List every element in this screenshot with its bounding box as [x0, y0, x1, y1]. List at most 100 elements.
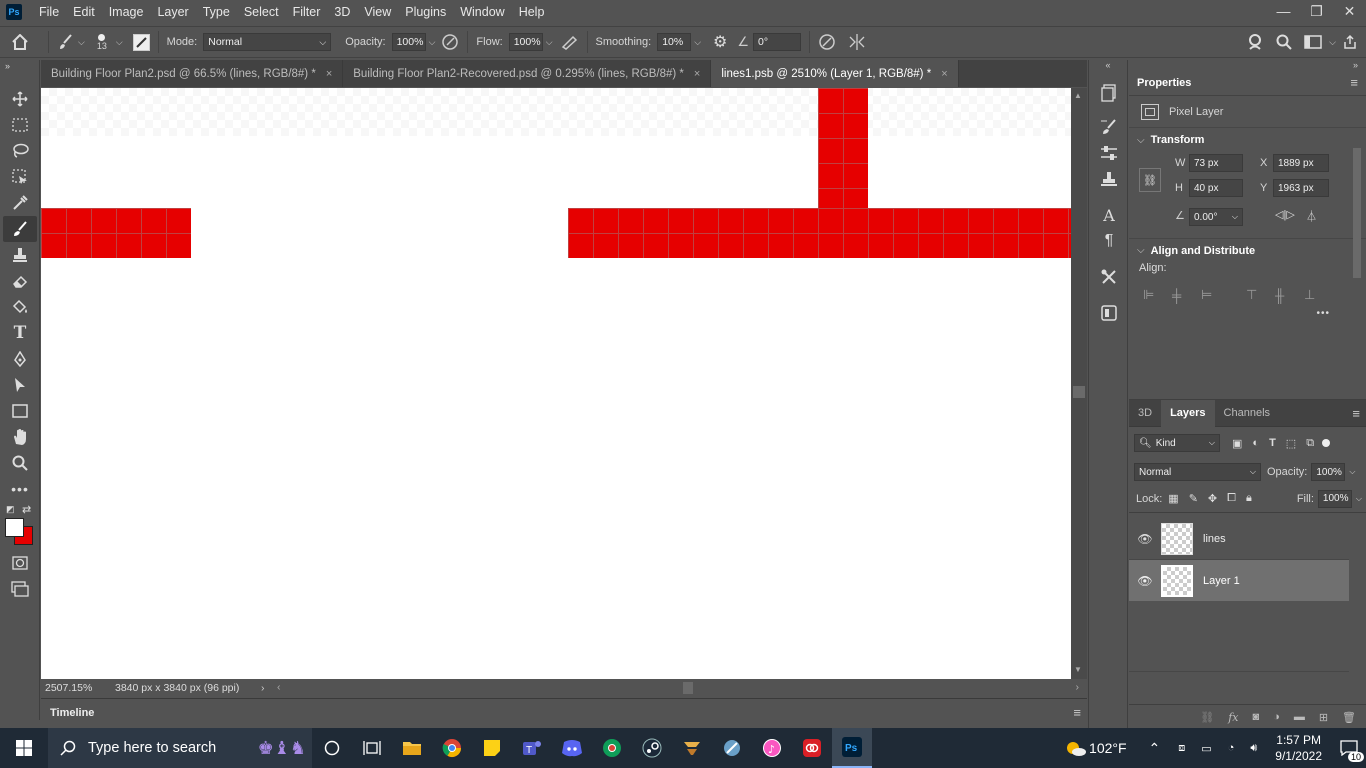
blend-mode-select[interactable]: Normal ⌵ [1134, 463, 1261, 481]
airbrush-icon[interactable] [559, 33, 579, 51]
chrome-icon[interactable] [432, 728, 472, 768]
meet-now-icon[interactable]: ⧈ [1178, 742, 1185, 755]
workspace-icon[interactable] [1304, 35, 1322, 49]
windows-start-icon[interactable] [0, 728, 48, 768]
more-tools-icon[interactable]: ••• [0, 476, 40, 502]
type-tool-icon[interactable]: T [0, 320, 40, 346]
tab-layers[interactable]: Layers [1161, 399, 1215, 427]
align-distribute-label[interactable]: Align and Distribute [1151, 245, 1256, 257]
paragraph-icon[interactable]: ¶ [1089, 228, 1129, 254]
itunes-icon[interactable]: ♪ [752, 728, 792, 768]
menu-layer[interactable]: Layer [150, 0, 195, 24]
flip-vertical-icon[interactable]: ⏃ [1306, 208, 1317, 224]
fill-input[interactable]: 100% [1317, 489, 1352, 508]
collapse-panels-icon[interactable]: « [1089, 60, 1127, 74]
eyedropper-tool-icon[interactable] [0, 190, 40, 216]
notifications-icon[interactable]: 10 [1332, 728, 1366, 768]
chevron-down-icon[interactable]: ⌵ [546, 37, 553, 48]
scroll-down-icon[interactable]: ▼ [1074, 665, 1082, 674]
menu-filter[interactable]: Filter [286, 0, 328, 24]
x-input[interactable]: 1889 px [1273, 154, 1329, 172]
layer-name[interactable]: Layer 1 [1203, 575, 1240, 587]
pressure-opacity-icon[interactable] [441, 33, 459, 51]
new-group-icon[interactable]: ▬ [1294, 711, 1305, 723]
link-layers-icon[interactable]: ⛓ [1200, 711, 1214, 724]
share-icon[interactable] [1246, 33, 1264, 51]
layer-row-lines[interactable]: 👁︎ lines [1129, 519, 1349, 560]
swap-colors-icon[interactable]: ⇄ [22, 503, 31, 516]
visibility-eye-icon[interactable]: 👁︎ [1129, 532, 1161, 546]
paint-bucket-tool-icon[interactable] [0, 294, 40, 320]
align-top-icon[interactable]: ⊤ [1246, 287, 1275, 303]
properties-title[interactable]: Properties [1137, 77, 1191, 89]
app-icon[interactable] [712, 728, 752, 768]
file-explorer-icon[interactable] [392, 728, 432, 768]
eraser-tool-icon[interactable] [0, 268, 40, 294]
timeline-label[interactable]: Timeline [41, 707, 94, 719]
scrollbar-thumb[interactable] [683, 682, 693, 694]
creative-cloud-icon[interactable] [792, 728, 832, 768]
weather-icon[interactable] [1063, 728, 1089, 768]
pen-tool-icon[interactable] [0, 346, 40, 372]
adjustment-layer-icon[interactable]: ◑ [1273, 711, 1280, 723]
foreground-color-swatch[interactable] [5, 518, 24, 537]
filter-smart-object-icon[interactable]: ⧉ [1306, 437, 1314, 450]
move-tool-icon[interactable] [0, 86, 40, 112]
brush-preset-picker[interactable]: 13 [91, 33, 113, 51]
task-view-icon[interactable] [312, 728, 352, 768]
zoom-level[interactable]: 2507.15% [41, 682, 111, 694]
transform-label[interactable]: Transform [1151, 134, 1205, 146]
angle-input[interactable]: 0° [753, 33, 802, 51]
menu-image[interactable]: Image [102, 0, 151, 24]
chevron-down-icon[interactable]: ⌵ [1329, 37, 1336, 48]
path-selection-tool-icon[interactable] [0, 372, 40, 398]
filter-pixel-icon[interactable]: ▣ [1232, 437, 1242, 450]
chevron-down-icon[interactable]: ⌵ [1356, 494, 1362, 504]
widgets-icon[interactable] [352, 728, 392, 768]
properties-scrollbar[interactable] [1351, 140, 1363, 370]
tab-3d[interactable]: 3D [1129, 400, 1161, 427]
search-icon[interactable] [1276, 34, 1292, 50]
default-colors-icon[interactable]: ◩ [6, 504, 15, 515]
add-mask-icon[interactable]: ◙ [1253, 711, 1260, 723]
symmetry-icon[interactable] [848, 33, 866, 51]
opacity-input[interactable]: 100% [391, 33, 426, 51]
stamp-tool-icon[interactable] [0, 242, 40, 268]
tool-presets-icon[interactable] [1089, 264, 1129, 290]
chevron-down-icon[interactable]: ⌵ [429, 37, 436, 48]
align-right-icon[interactable]: ⊨ [1201, 287, 1246, 303]
brush-tool-icon[interactable] [57, 33, 75, 51]
menu-help[interactable]: Help [512, 0, 552, 24]
app-icon[interactable] [672, 728, 712, 768]
quick-mask-icon[interactable] [0, 550, 40, 576]
share-export-icon[interactable] [1342, 34, 1358, 50]
chevron-up-icon[interactable]: ⌃ [1149, 740, 1161, 757]
brush-tool-icon[interactable] [3, 216, 37, 242]
more-options-icon[interactable]: ••• [1129, 308, 1366, 319]
align-left-icon[interactable]: ⊫ [1143, 287, 1172, 303]
scrollbar-thumb[interactable] [1073, 386, 1085, 398]
lock-all-icon[interactable]: 🔒︎ [1246, 492, 1252, 505]
libraries-icon[interactable] [1089, 300, 1129, 326]
collapse-toolbar-icon[interactable]: » [0, 60, 40, 72]
adjustments-icon[interactable] [1089, 140, 1129, 166]
filter-toggle-icon[interactable] [1322, 439, 1331, 447]
menu-select[interactable]: Select [237, 0, 286, 24]
y-input[interactable]: 1963 px [1273, 179, 1329, 197]
menu-edit[interactable]: Edit [66, 0, 102, 24]
filter-type-icon[interactable]: T [1269, 437, 1276, 449]
volume-icon[interactable]: 🔊︎ [1250, 742, 1257, 755]
panel-menu-icon[interactable]: ≡ [1352, 406, 1360, 421]
layer-row[interactable] [1129, 632, 1349, 672]
close-icon[interactable]: × [941, 68, 947, 80]
document-tab[interactable]: Building Floor Plan2-Recovered.psd @ 0.2… [343, 60, 712, 87]
layer-filter-select[interactable]: 🔍︎ Kind ⌵ [1134, 434, 1220, 452]
document-canvas[interactable] [41, 88, 1071, 679]
sticky-notes-icon[interactable] [472, 728, 512, 768]
menu-3d[interactable]: 3D [327, 0, 357, 24]
chevron-down-icon[interactable]: ⌵ [1137, 135, 1145, 146]
tab-channels[interactable]: Channels [1215, 400, 1279, 427]
pressure-size-icon[interactable] [818, 33, 836, 51]
collapse-panel-icon[interactable]: » [1129, 60, 1366, 70]
close-icon[interactable]: × [326, 68, 332, 80]
